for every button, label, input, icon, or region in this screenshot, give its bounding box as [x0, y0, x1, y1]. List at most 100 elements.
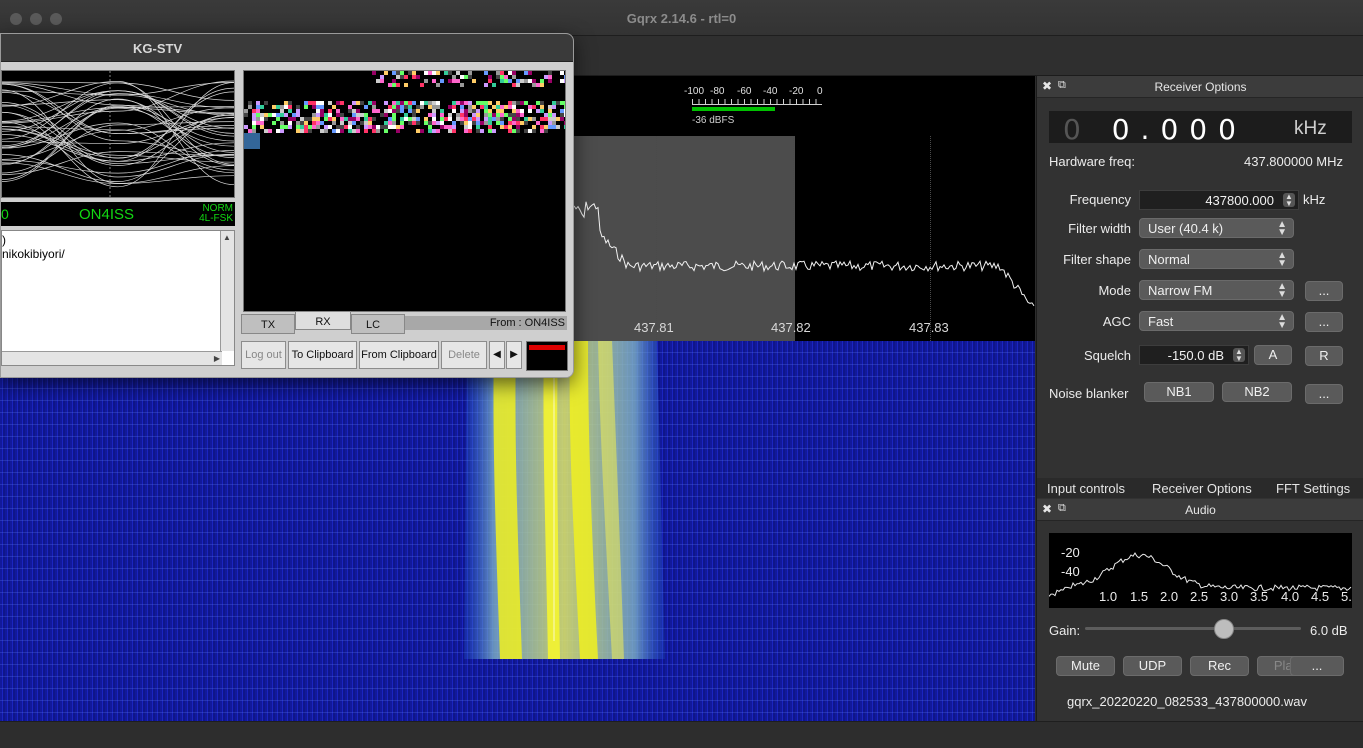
image-block — [512, 113, 516, 117]
horizontal-scrollbar[interactable]: ▶ — [2, 351, 222, 365]
image-block — [388, 83, 392, 87]
image-block — [428, 113, 432, 117]
image-block — [352, 109, 356, 113]
agc-options-button[interactable]: ... — [1305, 312, 1343, 332]
audio-options-button[interactable]: ... — [1290, 656, 1344, 676]
image-block — [512, 117, 516, 121]
image-block — [292, 117, 296, 121]
noise-blanker-options-button[interactable]: ... — [1305, 384, 1343, 404]
image-block — [244, 113, 248, 117]
image-block — [412, 121, 416, 125]
tab-receiver-options[interactable]: Receiver Options — [1152, 481, 1252, 496]
image-block — [384, 113, 388, 117]
frequency-input[interactable]: 437800.000 ▲ ▼ — [1139, 190, 1299, 210]
image-block — [468, 75, 472, 79]
tab-lc[interactable]: LC — [351, 314, 405, 334]
gain-slider-handle[interactable] — [1214, 619, 1234, 639]
tab-fft-settings[interactable]: FFT Settings — [1276, 481, 1350, 496]
image-block — [504, 105, 508, 109]
log-out-button[interactable]: Log out — [241, 341, 286, 369]
image-block — [384, 125, 388, 129]
received-image-canvas — [243, 70, 568, 312]
image-block — [384, 109, 388, 113]
image-block — [440, 125, 444, 129]
squelch-reset-button[interactable]: R — [1305, 346, 1343, 366]
gain-slider-track[interactable] — [1085, 627, 1301, 630]
image-block — [440, 117, 444, 121]
mode-select[interactable]: Narrow FM ▲ ▼ — [1139, 280, 1294, 300]
image-block — [412, 109, 416, 113]
image-block — [468, 129, 472, 133]
image-block — [512, 75, 516, 79]
nb2-button[interactable]: NB2 — [1222, 382, 1292, 402]
rec-button[interactable]: Rec — [1190, 656, 1249, 676]
image-block — [488, 125, 492, 129]
spin-arrows-icon[interactable]: ▲ ▼ — [1283, 193, 1295, 208]
image-block — [560, 117, 564, 121]
image-block — [560, 71, 564, 75]
image-block — [464, 125, 468, 129]
delete-button[interactable]: Delete — [441, 341, 487, 369]
scroll-right-icon[interactable]: ▶ — [214, 354, 220, 363]
kgstv-tab-bar: TX RX LC From : ON4ISS — [241, 311, 567, 334]
image-block — [428, 105, 432, 109]
decoder-mode: NORM 4L-FSK — [199, 204, 233, 224]
image-block — [524, 117, 528, 121]
image-block — [524, 79, 528, 83]
from-clipboard-button[interactable]: From Clipboard — [359, 341, 439, 369]
image-block — [260, 121, 264, 125]
image-block — [464, 129, 468, 133]
mute-button[interactable]: Mute — [1056, 656, 1115, 676]
image-block — [316, 117, 320, 121]
image-block — [312, 121, 316, 125]
frequency-digits[interactable]: 0 0.000 — [1063, 113, 1247, 146]
mode-options-button[interactable]: ... — [1305, 281, 1343, 301]
image-block — [372, 117, 376, 121]
scroll-up-icon[interactable]: ▲ — [223, 233, 231, 242]
image-block — [432, 129, 436, 133]
udp-button[interactable]: UDP — [1123, 656, 1182, 676]
filter-width-select[interactable]: User (40.4 k) ▲ ▼ — [1139, 218, 1294, 238]
agc-select[interactable]: Fast ▲ ▼ — [1139, 311, 1294, 331]
frequency-ghost-digit: 0 — [1063, 113, 1092, 146]
image-thumbnail[interactable] — [526, 341, 568, 371]
noise-blanker-label: Noise blanker — [1049, 386, 1129, 401]
image-block — [464, 117, 468, 121]
image-block — [432, 113, 436, 117]
meter-scale-label: -80 — [710, 86, 725, 97]
image-block — [428, 121, 432, 125]
image-block — [536, 83, 540, 87]
vertical-scrollbar[interactable]: ▲ — [220, 231, 234, 351]
message-text: ) nikokibiyori/ — [2, 233, 65, 261]
squelch-input[interactable]: -150.0 dB ▲ ▼ — [1139, 345, 1249, 365]
image-block — [340, 113, 344, 117]
to-clipboard-button[interactable]: To Clipboard — [288, 341, 357, 369]
frequency-unit-label: kHz — [1303, 192, 1326, 207]
image-block — [316, 125, 320, 129]
image-block — [540, 83, 544, 87]
filter-shape-select[interactable]: Normal ▲ ▼ — [1139, 249, 1294, 269]
freq-tick-label: 437.81 — [634, 320, 674, 335]
image-block — [428, 129, 432, 133]
squelch-label: Squelch — [1084, 348, 1131, 363]
image-block — [424, 121, 428, 125]
next-image-icon[interactable]: ▶ — [506, 341, 522, 369]
image-block — [472, 109, 476, 113]
tab-input-controls[interactable]: Input controls — [1047, 481, 1125, 496]
nb1-button[interactable]: NB1 — [1144, 382, 1214, 402]
tab-tx[interactable]: TX — [241, 314, 295, 334]
squelch-auto-button[interactable]: A — [1254, 345, 1292, 365]
spin-arrows-icon[interactable]: ▲ ▼ — [1233, 348, 1245, 363]
image-block — [320, 129, 324, 133]
tab-rx[interactable]: RX — [295, 311, 351, 330]
image-block — [564, 101, 568, 105]
frequency-display[interactable]: 0 0.000 kHz — [1049, 111, 1352, 146]
decoder-mode-line2: 4L-FSK — [199, 213, 233, 224]
waterfall-display[interactable] — [0, 341, 1035, 721]
chevron-updown-icon: ▲ ▼ — [1277, 250, 1287, 269]
previous-image-icon[interactable]: ◀ — [489, 341, 505, 369]
image-block — [404, 117, 408, 121]
image-block — [356, 129, 360, 133]
kgstv-title-bar[interactable]: KG-STV — [1, 34, 573, 62]
message-text-area[interactable]: ) nikokibiyori/ ▲ ▶ — [1, 230, 235, 366]
